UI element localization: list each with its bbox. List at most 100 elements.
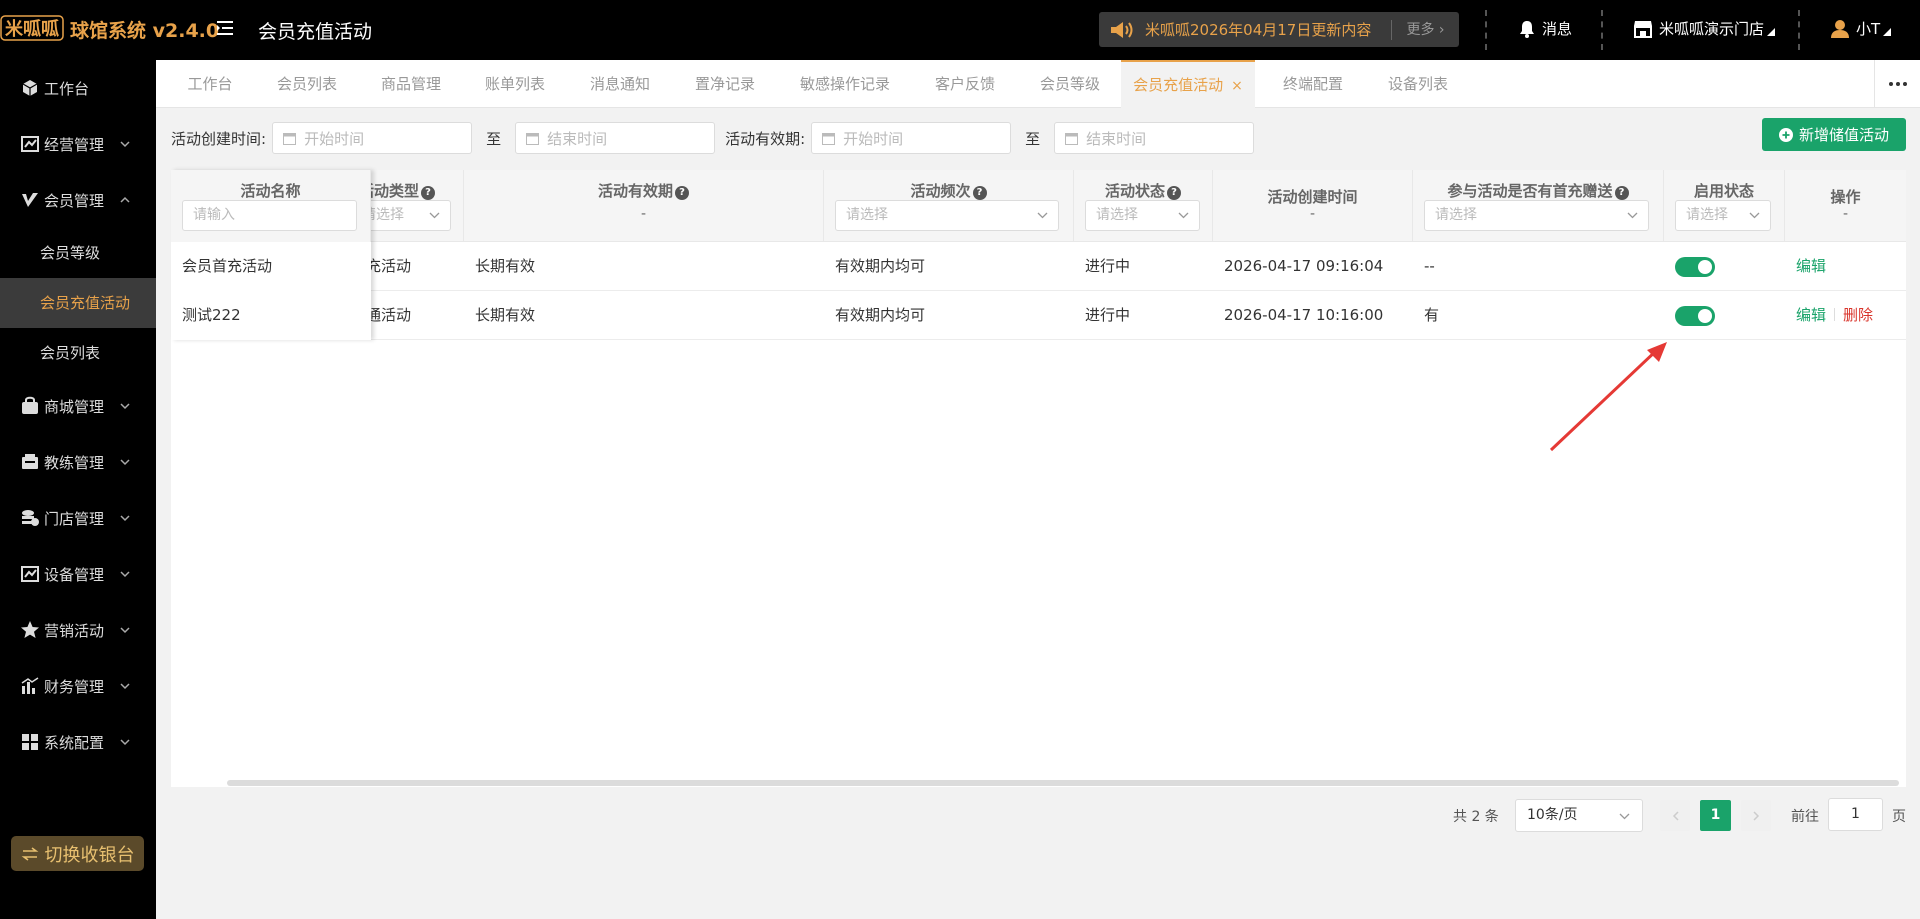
chevron-up-icon [120,196,130,203]
sidebar-sub-item-member-list[interactable]: 会员列表 [0,328,156,378]
chevron-down-icon [120,627,130,634]
tab-recharge-activity[interactable]: 会员充值活动 × [1121,60,1255,108]
enabled-toggle[interactable] [1675,306,1715,326]
vip-v-icon [22,193,38,207]
tabs-more-button[interactable] [1874,60,1920,108]
help-icon[interactable]: ? [675,186,689,200]
edit-link[interactable]: 编辑 [1796,257,1826,275]
column-title: 启用状态 [1693,182,1754,200]
sidebar-item-system[interactable]: 系统配置 [0,714,156,770]
page-number-current[interactable]: 1 [1700,800,1731,831]
user-menu[interactable]: 小T [1830,18,1897,39]
placeholder: 请选择 [371,207,404,223]
annotation-arrow-icon [1549,342,1667,452]
next-page-button[interactable] [1741,800,1771,831]
column-dash: - [1309,206,1316,222]
column-title-text: 活动频次 [910,182,971,200]
create-end-date-input[interactable]: 结束时间 [515,122,716,154]
sidebar-item-workbench[interactable]: 工作台 [0,60,156,116]
first-gift-filter-select[interactable]: 请选择 [1424,200,1649,231]
sidebar-item-store[interactable]: 门店管理 [0,490,156,546]
tab-messages[interactable]: 消息通知 [573,60,667,108]
sidebar-item-coach[interactable]: 教练管理 [0,434,156,490]
chevron-left-icon [1672,810,1679,821]
help-icon[interactable]: ? [1614,186,1629,200]
goto-label: 前往 [1791,808,1819,825]
goto-page-input[interactable]: 1 [1828,798,1883,831]
calendar-icon [1065,132,1079,145]
chevron-down-icon [1749,212,1760,219]
tab-member-level[interactable]: 会员等级 [1023,60,1117,108]
store-label: 米呱呱演示门店 [1659,20,1765,38]
sidebar-item-label: 设备管理 [44,565,105,584]
help-icon[interactable]: ? [421,186,435,200]
add-recharge-activity-button[interactable]: 新增储值活动 [1762,118,1906,151]
cell-created: 2026-04-17 10:16:00 [1224,306,1384,324]
column-created: 活动创建时间 - [1213,170,1413,242]
help-icon[interactable]: ? [972,186,987,200]
notice-more-label: 更多 [1406,21,1435,38]
tab-bills[interactable]: 账单列表 [468,60,562,108]
update-notice[interactable]: 米呱呱2026年04月17日更新内容 更多 › [1099,12,1459,47]
delete-link[interactable]: 删除 [1843,306,1873,324]
sidebar-item-label: 营销活动 [44,621,105,640]
prev-page-button[interactable] [1660,800,1690,831]
tab-terminal-config[interactable]: 终端配置 [1266,60,1360,108]
calendar-icon [526,132,540,145]
sidebar-item-device[interactable]: 设备管理 [0,546,156,602]
switch-cashier-button[interactable]: 切换收银台 [11,836,144,871]
pagination-total: 共 2 条 [1453,808,1499,825]
placeholder: 请选择 [1686,207,1728,223]
frequency-filter-select[interactable]: 请选择 [835,200,1059,231]
cell-status: 进行中 [1085,257,1131,275]
valid-period-label: 活动有效期: [725,129,806,148]
enabled-toggle[interactable] [1675,257,1715,277]
cell-frequency: 有效期内均可 [835,306,926,324]
logo-icon: 米呱呱 [0,15,64,41]
tab-member-list[interactable]: 会员列表 [260,60,354,108]
tab-goods[interactable]: 商品管理 [364,60,458,108]
store-stack-icon [22,510,39,526]
column-title-text: 活动有效期 [597,182,673,200]
sidebar-item-finance[interactable]: 财务管理 [0,658,156,714]
valid-end-date-input[interactable]: 结束时间 [1054,122,1255,154]
create-start-date-input[interactable]: 开始时间 [272,122,473,154]
top-bar: 米呱呱 球馆系统 v2.4.0 会员充值活动 米呱呱2026年04月17日更新内… [0,0,1920,60]
menu-collapse-icon[interactable] [215,18,235,38]
status-filter-select[interactable]: 请选择 [1085,200,1200,231]
sidebar-item-business[interactable]: 经营管理 [0,116,156,172]
sidebar-item-mall[interactable]: 商城管理 [0,378,156,434]
sidebar-item-member[interactable]: 会员管理 [0,172,156,228]
notice-more-link[interactable]: 更多 › [1391,19,1459,40]
type-filter-select[interactable]: 请选择 [371,200,451,231]
page-size-select[interactable]: 10条/页 [1515,799,1643,832]
range-separator: 至 [1025,129,1041,148]
sidebar-item-marketing[interactable]: 营销活动 [0,602,156,658]
chevron-down-icon [429,212,440,219]
close-icon[interactable]: × [1231,78,1243,94]
tab-feedback[interactable]: 客户反馈 [918,60,1012,108]
bell-icon [1520,20,1534,38]
tab-workbench[interactable]: 工作台 [171,60,249,108]
help-icon[interactable]: ? [1167,186,1181,200]
tab-device-list[interactable]: 设备列表 [1371,60,1465,108]
store-icon [1634,20,1652,38]
store-selector[interactable]: 米呱呱演示门店 [1633,18,1781,39]
sidebar-sub-item-member-level[interactable]: 会员等级 [0,228,156,278]
chevron-down-icon [1627,212,1638,219]
enabled-filter-select[interactable]: 请选择 [1675,200,1771,231]
placeholder: 请选择 [1096,207,1138,223]
horizontal-scrollbar[interactable] [227,780,1899,786]
grid-icon [22,734,38,750]
divider [1601,10,1603,50]
sidebar-item-label: 商城管理 [44,397,105,416]
sidebar-sub-item-recharge-activity[interactable]: 会员充值活动 [0,278,156,328]
cell-first-gift: -- [1424,257,1435,275]
valid-start-date-input[interactable]: 开始时间 [811,122,1012,154]
edit-link[interactable]: 编辑 [1796,306,1826,324]
tab-sensitive-ops[interactable]: 敏感操作记录 [783,60,907,108]
tab-clean-records[interactable]: 置净记录 [678,60,772,108]
column-validity: 活动有效期? - [464,170,824,242]
table-row: 首充活动 长期有效 有效期内均可 进行中 2026-04-17 09:16:04… [171,242,1906,291]
messages-button[interactable]: 消息 [1518,18,1572,39]
